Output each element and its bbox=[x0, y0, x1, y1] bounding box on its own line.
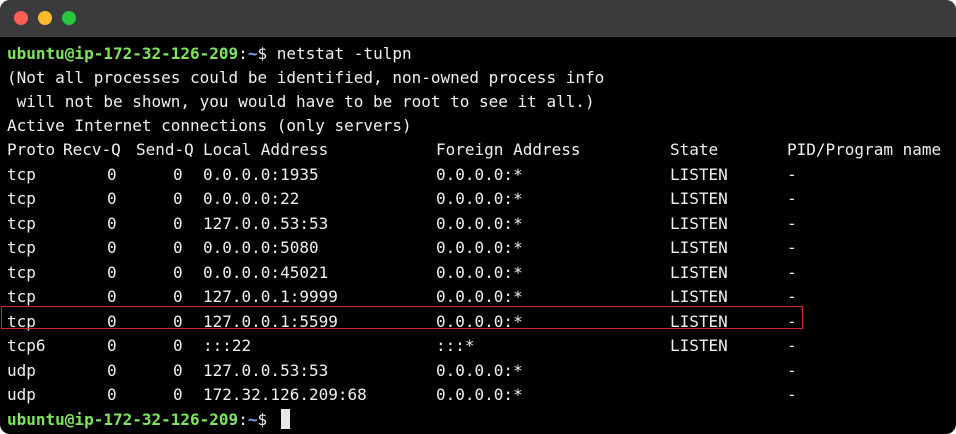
cell-send-q: 0 bbox=[173, 189, 183, 208]
cell-pid-program: - bbox=[787, 336, 797, 355]
cell-pid-program: - bbox=[787, 238, 797, 257]
cell-pid-program: - bbox=[787, 164, 797, 184]
table-row: udp 0 0 127.0.0.53:53 0.0.0.0:* - bbox=[7, 359, 956, 384]
cell-proto: tcp6 bbox=[7, 336, 46, 355]
zoom-button[interactable] bbox=[62, 11, 76, 25]
cell-foreign-address: 0.0.0.0:* bbox=[436, 238, 523, 257]
cell-foreign-address: :::* bbox=[436, 336, 475, 355]
table-row: tcp 0 0 0.0.0.0:1935 0.0.0.0:* LISTEN - bbox=[7, 163, 956, 188]
cell-recv-q: 0 bbox=[107, 385, 117, 404]
cell-state: LISTEN bbox=[670, 336, 728, 355]
netstat-table: Proto Recv-Q Send-Q Local Address Foreig… bbox=[7, 138, 956, 408]
cell-pid-program: - bbox=[787, 262, 797, 282]
cell-send-q: 0 bbox=[173, 385, 183, 404]
header-proto: Proto bbox=[7, 140, 56, 159]
cell-local-address: 172.32.126.209:68 bbox=[203, 385, 367, 404]
cell-local-address: :::22 bbox=[203, 336, 252, 355]
prompt-separator: : bbox=[238, 409, 248, 429]
close-button[interactable] bbox=[14, 11, 28, 25]
message-line: Active Internet connections (only server… bbox=[7, 116, 412, 135]
cell-proto: tcp bbox=[7, 238, 36, 257]
cell-foreign-address: 0.0.0.0:* bbox=[436, 164, 523, 184]
header-recv-q: Recv-Q bbox=[63, 140, 121, 159]
cell-pid-program: - bbox=[787, 213, 797, 233]
cell-local-address: 127.0.0.53:53 bbox=[203, 360, 329, 380]
cell-foreign-address: 0.0.0.0:* bbox=[436, 213, 523, 233]
cell-foreign-address: 0.0.0.0:* bbox=[436, 189, 523, 208]
cell-state: LISTEN bbox=[670, 164, 728, 184]
cell-send-q: 0 bbox=[173, 213, 183, 233]
prompt-user-host: ubuntu@ip-172-32-126-209 bbox=[7, 44, 239, 63]
cell-recv-q: 0 bbox=[107, 360, 117, 380]
cell-proto: tcp bbox=[7, 213, 36, 233]
header-local-address: Local Address bbox=[203, 140, 329, 159]
table-header-row: Proto Recv-Q Send-Q Local Address Foreig… bbox=[7, 138, 956, 163]
prompt-separator: : bbox=[238, 44, 248, 63]
header-pid-program: PID/Program name bbox=[787, 140, 942, 159]
text-cursor bbox=[280, 408, 290, 429]
cell-proto: udp bbox=[7, 385, 36, 404]
message-line: (Not all processes could be identified, … bbox=[7, 68, 605, 87]
cell-foreign-address: 0.0.0.0:* bbox=[436, 385, 523, 404]
cell-send-q: 0 bbox=[173, 336, 183, 355]
cell-state: LISTEN bbox=[670, 238, 728, 257]
cell-recv-q: 0 bbox=[107, 164, 117, 184]
prompt-symbol: $ bbox=[257, 409, 277, 429]
minimize-button[interactable] bbox=[38, 11, 52, 25]
header-send-q: Send-Q bbox=[136, 140, 194, 159]
cell-state: LISTEN bbox=[670, 213, 728, 233]
cell-local-address: 127.0.0.53:53 bbox=[203, 213, 329, 233]
command-line: ubuntu@ip-172-32-126-209:~$ bbox=[7, 408, 956, 432]
table-row: tcp 0 0 127.0.0.53:53 0.0.0.0:* LISTEN - bbox=[7, 212, 956, 237]
cell-state: LISTEN bbox=[670, 262, 728, 282]
prompt-symbol: $ bbox=[257, 44, 277, 63]
highlight-box bbox=[1, 306, 803, 329]
message-line: will not be shown, you would have to be … bbox=[7, 92, 595, 111]
cell-state: LISTEN bbox=[670, 189, 728, 208]
cell-recv-q: 0 bbox=[107, 262, 117, 282]
cell-proto: tcp bbox=[7, 164, 36, 184]
cell-local-address: 0.0.0.0:5080 bbox=[203, 238, 319, 257]
table-row: udp 0 0 172.32.126.209:68 0.0.0.0:* - bbox=[7, 383, 956, 408]
table-row: tcp 0 0 0.0.0.0:22 0.0.0.0:* LISTEN - bbox=[7, 187, 956, 212]
terminal-output[interactable]: ubuntu@ip-172-32-126-209:~$ netstat -tul… bbox=[7, 42, 956, 434]
table-row: tcp6 0 0:::22:::* LISTEN - bbox=[7, 334, 956, 359]
prompt-user-host: ubuntu@ip-172-32-126-209 bbox=[7, 409, 239, 429]
cell-pid-program: - bbox=[787, 360, 797, 380]
cell-proto: udp bbox=[7, 360, 36, 380]
cell-foreign-address: 0.0.0.0:* bbox=[436, 360, 523, 380]
cell-pid-program: - bbox=[787, 189, 797, 208]
cell-send-q: 0 bbox=[173, 360, 183, 380]
command-text: netstat -tulpn bbox=[276, 44, 412, 63]
cell-send-q: 0 bbox=[173, 262, 183, 282]
cell-proto: tcp bbox=[7, 262, 36, 282]
cell-proto: tcp bbox=[7, 189, 36, 208]
cell-recv-q: 0 bbox=[107, 238, 117, 257]
cell-pid-program: - bbox=[787, 385, 797, 404]
cell-recv-q: 0 bbox=[107, 213, 117, 233]
header-state: State bbox=[670, 140, 719, 159]
cell-recv-q: 0 bbox=[107, 336, 117, 355]
cell-recv-q: 0 bbox=[107, 189, 117, 208]
terminal-window: ubuntu@ip-172-32-126-209:~$ netstat -tul… bbox=[0, 0, 956, 434]
header-foreign-address: Foreign Address bbox=[436, 140, 581, 159]
cell-local-address: 0.0.0.0:1935 bbox=[203, 164, 319, 184]
cell-local-address: 0.0.0.0:22 bbox=[203, 189, 300, 208]
cell-send-q: 0 bbox=[173, 238, 183, 257]
cell-foreign-address: 0.0.0.0:* bbox=[436, 262, 523, 282]
cell-local-address: 0.0.0.0:45021 bbox=[203, 262, 329, 282]
table-row: tcp 0 0 0.0.0.0:5080 0.0.0.0:* LISTEN - bbox=[7, 236, 956, 261]
cell-send-q: 0 bbox=[173, 164, 183, 184]
table-row: tcp 0 0 0.0.0.0:45021 0.0.0.0:* LISTEN - bbox=[7, 261, 956, 286]
command-line: ubuntu@ip-172-32-126-209:~$ netstat -tul… bbox=[7, 42, 956, 66]
title-bar bbox=[0, 0, 956, 37]
